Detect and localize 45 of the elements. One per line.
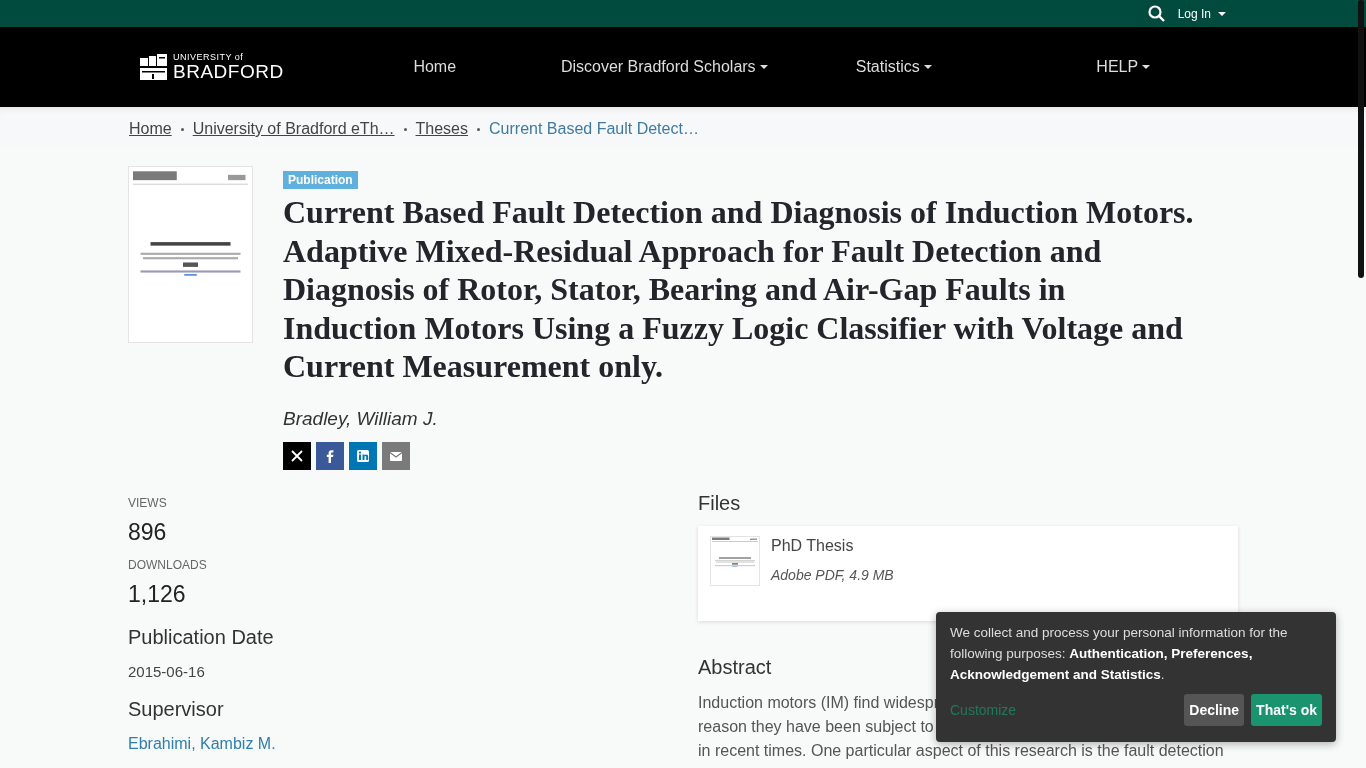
abstract-text: reason they have been subject to <box>698 716 934 737</box>
consent-text: We collect and process your personal information for the following purposes: Authentication, Preferences, Acknowledgement and Statistics. <box>950 624 1289 684</box>
email-share-button[interactable] <box>382 441 410 470</box>
breadcrumb-link[interactable]: Theses <box>415 120 468 138</box>
section-heading: Files <box>698 491 741 515</box>
section-heading: Abstract <box>698 655 772 679</box>
separator-dot <box>180 127 184 131</box>
file-meta: Adobe PDF, 4.9 MB <box>771 566 894 583</box>
breadcrumb-link[interactable]: University of Bradford eTh… <box>192 120 395 138</box>
x-share-button[interactable] <box>283 441 311 470</box>
stat-value: 896 <box>128 518 168 546</box>
separator-dot <box>403 127 407 131</box>
stat-label: DOWNLOADS <box>128 557 208 572</box>
field-heading: Supervisor <box>128 697 225 721</box>
field-heading: Publication Date <box>128 625 275 649</box>
caret-icon <box>759 65 768 69</box>
nav-link[interactable]: HELP <box>1008 58 1238 76</box>
separator-dot <box>477 127 480 131</box>
accept-button[interactable]: That's ok <box>1251 694 1322 726</box>
logo-text: UNIVERSITY of <box>173 53 245 62</box>
nav-link[interactable]: Statistics <box>779 58 1009 76</box>
crest-icon <box>140 54 167 80</box>
file-name-link[interactable]: PhD Thesis <box>771 536 894 555</box>
stat-label: VIEWS <box>128 495 168 510</box>
abstract-text: in recent times. One particular aspect of this research is the fault detection <box>698 740 1224 761</box>
scrollbar-thumb[interactable] <box>1358 0 1364 278</box>
field-link[interactable]: Ebrahimi, Kambiz M. <box>128 734 698 753</box>
stat-value: 1,126 <box>128 580 187 608</box>
caret-icon <box>1218 11 1226 16</box>
field-value: 2015-06-16 <box>128 662 206 680</box>
logo-text: BRADFORD <box>173 62 284 81</box>
caret-icon <box>1142 65 1151 69</box>
decline-button[interactable]: Decline <box>1184 694 1245 726</box>
nav-link[interactable]: Discover Bradford Scholars <box>549 58 779 76</box>
facebook-share-button[interactable] <box>316 441 344 470</box>
breadcrumb-link[interactable]: Current Based Fault Detect… <box>489 120 699 138</box>
nav-link[interactable]: Home <box>320 58 550 76</box>
type-badge: Publication <box>283 171 358 189</box>
caret-icon <box>923 65 932 69</box>
login-link[interactable]: Log In <box>1177 6 1226 21</box>
author-name: Bradley, William J. <box>283 407 438 430</box>
item-title: Current Based Fault Detection and Diagnosis of Induction Motors. Adaptive Mixed-Residual Approach for Fault Detection and Diagnosis of Rotor, Stator, Bearing and Air-Gap Faults in Induction Motors Using a Fuzzy Logic Classifier with Voltage and Current Measurement only. <box>283 193 1195 386</box>
search-icon <box>1147 5 1165 22</box>
breadcrumb-link[interactable]: Home <box>129 120 172 138</box>
linkedin-share-button[interactable] <box>349 441 377 470</box>
